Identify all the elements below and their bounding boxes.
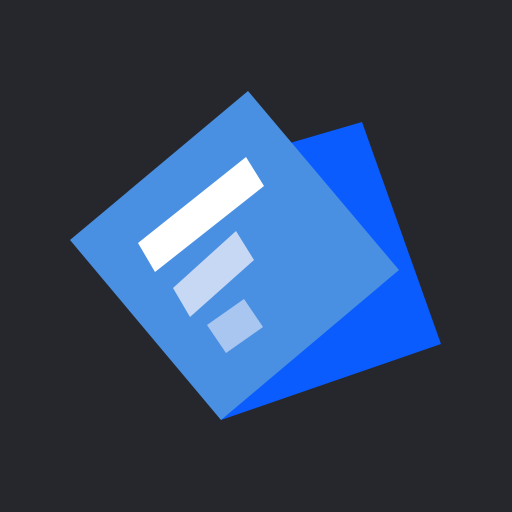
app-icon <box>0 0 512 512</box>
document-stack-icon <box>70 91 441 420</box>
